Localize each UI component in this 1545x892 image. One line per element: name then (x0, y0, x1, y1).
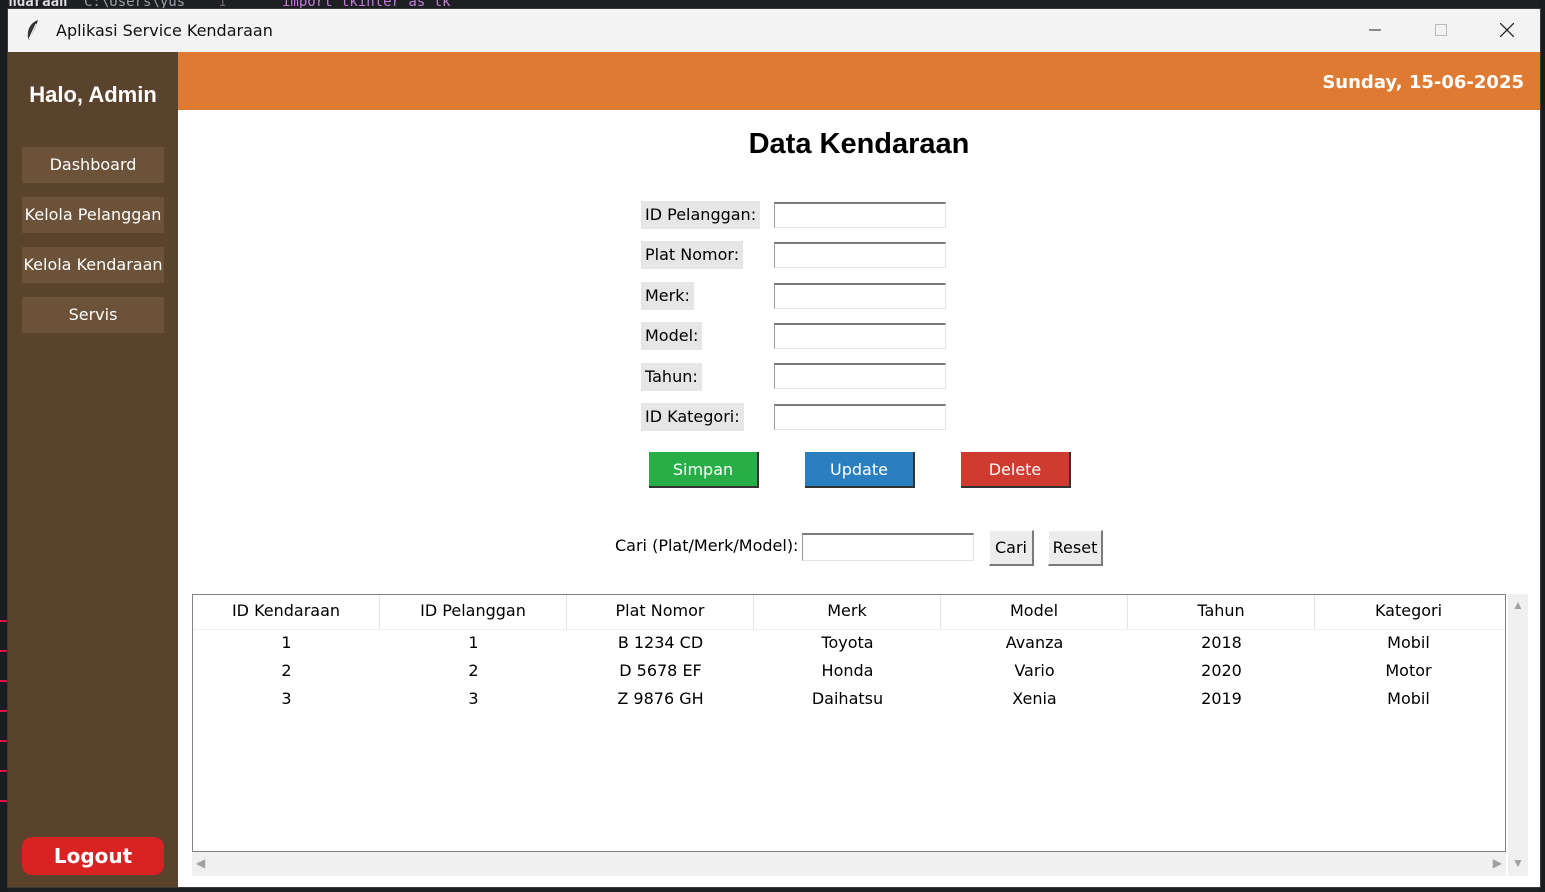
table-cell: 2019 (1201, 689, 1242, 708)
title-bar: Aplikasi Service Kendaraan (8, 9, 1540, 51)
table-cell: Daihatsu (811, 689, 884, 708)
table-cell: 1 (468, 633, 479, 652)
label-id-kategori: ID Kategori: (641, 403, 744, 431)
table-cell: 1 (281, 633, 292, 652)
table-cell: Z 9876 GH (617, 689, 704, 708)
table-cell: Mobil (1387, 633, 1430, 652)
logout-button[interactable]: Logout (22, 837, 164, 875)
table-header: ID Kendaraan ID Pelanggan Plat Nomor Mer… (193, 595, 1505, 630)
label-model: Model: (641, 322, 703, 350)
horizontal-scrollbar[interactable]: ◀ ▶ (192, 852, 1506, 876)
table-cell: B 1234 CD (617, 633, 704, 652)
reset-button[interactable]: Reset (1048, 530, 1103, 566)
table-cell: 3 (468, 689, 479, 708)
table-cell: Vario (1014, 661, 1055, 680)
input-tahun[interactable] (774, 363, 946, 389)
table-row[interactable]: 2 2 D 5678 EF Honda Vario 2020 Motor (193, 657, 1505, 685)
table-cell: Honda (821, 661, 874, 680)
window-controls (1342, 9, 1540, 51)
search-label: Cari (Plat/Merk/Model): (615, 536, 799, 555)
column-header-plat-nomor[interactable]: Plat Nomor (567, 595, 754, 629)
table-cell: Motor (1385, 661, 1432, 680)
table-cell: 3 (281, 689, 292, 708)
input-plat-nomor[interactable] (774, 242, 946, 268)
tk-feather-icon (22, 19, 44, 41)
table-cell: D 5678 EF (619, 661, 702, 680)
label-id-pelanggan: ID Pelanggan: (641, 201, 761, 229)
label-plat-nomor: Plat Nomor: (641, 241, 744, 269)
app-window: Aplikasi Service Kendaraan Halo, Admin D… (7, 8, 1541, 888)
table-cell: 2018 (1201, 633, 1242, 652)
update-button[interactable]: Update (805, 452, 915, 488)
search-input[interactable] (802, 533, 974, 561)
sidebar: Halo, Admin Dashboard Kelola Pelanggan K… (8, 52, 178, 887)
table-cell: Toyota (821, 633, 874, 652)
save-button[interactable]: Simpan (649, 452, 759, 488)
input-id-kategori[interactable] (774, 404, 946, 430)
search-button[interactable]: Cari (989, 530, 1034, 566)
label-tahun: Tahun: (641, 363, 702, 391)
main-content: Data Kendaraan ID Pelanggan: Plat Nomor:… (178, 110, 1540, 887)
delete-button[interactable]: Delete (961, 452, 1071, 488)
table-cell: Xenia (1012, 689, 1057, 708)
scroll-left-icon[interactable]: ◀ (196, 856, 205, 870)
column-header-model[interactable]: Model (941, 595, 1128, 629)
sidebar-item-kelola-kendaraan[interactable]: Kelola Kendaraan (22, 247, 164, 283)
minimize-icon[interactable] (1342, 9, 1408, 51)
vertical-scrollbar[interactable]: ▲ ▼ (1508, 594, 1528, 876)
column-header-id-pelanggan[interactable]: ID Pelanggan (380, 595, 567, 629)
table-row[interactable]: 1 1 B 1234 CD Toyota Avanza 2018 Mobil (193, 629, 1505, 657)
input-merk[interactable] (774, 283, 946, 309)
sidebar-item-servis[interactable]: Servis (22, 297, 164, 333)
column-header-merk[interactable]: Merk (754, 595, 941, 629)
sidebar-item-dashboard[interactable]: Dashboard (22, 147, 164, 183)
input-id-pelanggan[interactable] (774, 202, 946, 228)
scroll-right-icon[interactable]: ▶ (1493, 856, 1502, 870)
scroll-up-icon[interactable]: ▲ (1512, 598, 1524, 612)
header-bar: Sunday, 15-06-2025 (178, 52, 1540, 110)
scroll-down-icon[interactable]: ▼ (1512, 856, 1524, 870)
label-merk: Merk: (641, 282, 694, 310)
table-cell: Mobil (1387, 689, 1430, 708)
table-cell: 2 (281, 661, 292, 680)
column-header-tahun[interactable]: Tahun (1128, 595, 1315, 629)
close-icon[interactable] (1474, 9, 1540, 51)
sidebar-item-kelola-pelanggan[interactable]: Kelola Pelanggan (22, 197, 164, 233)
greeting: Halo, Admin (29, 82, 157, 107)
input-model[interactable] (774, 323, 946, 349)
page-title: Data Kendaraan (748, 128, 970, 160)
vehicle-table[interactable]: ID Kendaraan ID Pelanggan Plat Nomor Mer… (192, 594, 1506, 852)
table-cell: Avanza (1005, 633, 1064, 652)
maximize-icon[interactable] (1408, 9, 1474, 51)
column-header-id-kendaraan[interactable]: ID Kendaraan (193, 595, 380, 629)
column-header-kategori[interactable]: Kategori (1315, 595, 1502, 629)
current-date: Sunday, 15-06-2025 (1322, 72, 1524, 93)
window-title: Aplikasi Service Kendaraan (56, 20, 273, 40)
table-cell: 2020 (1201, 661, 1242, 680)
table-row[interactable]: 3 3 Z 9876 GH Daihatsu Xenia 2019 Mobil (193, 685, 1505, 713)
table-cell: 2 (468, 661, 479, 680)
